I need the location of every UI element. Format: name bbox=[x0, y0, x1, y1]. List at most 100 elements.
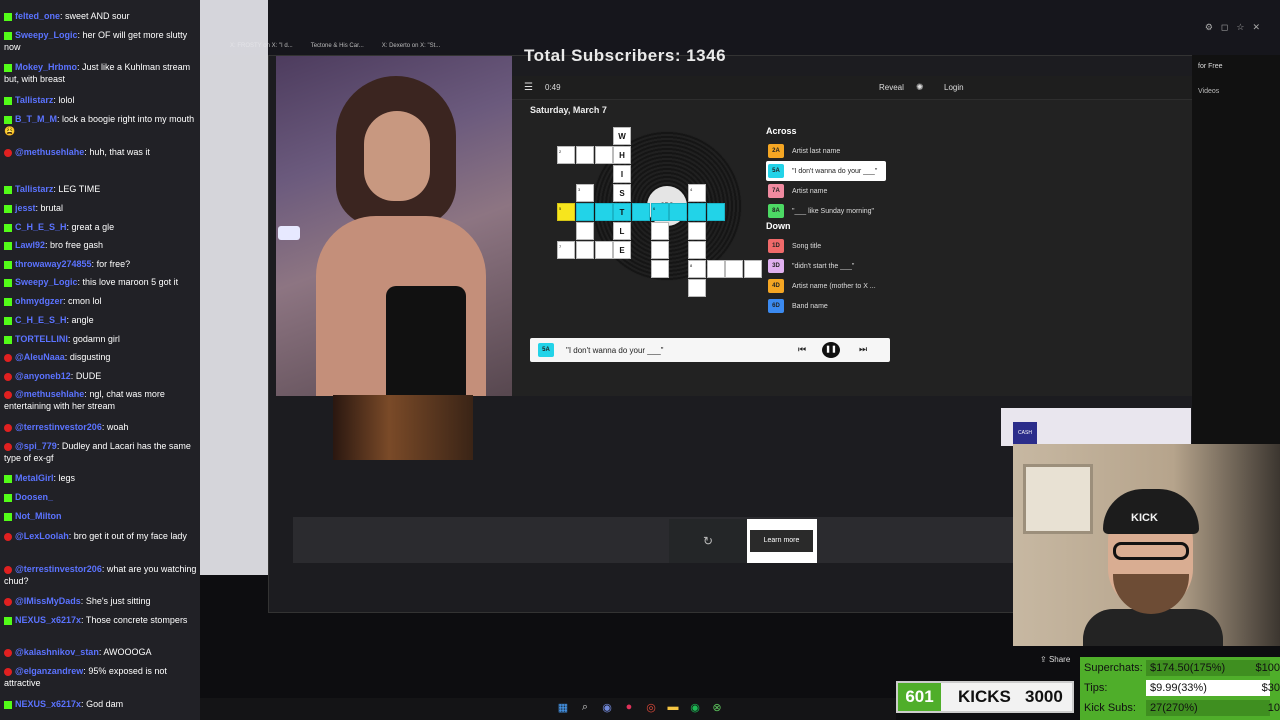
grid-cell[interactable]: W bbox=[613, 127, 631, 145]
windows-start-icon[interactable]: ▦ bbox=[556, 701, 570, 714]
clue-down-6[interactable]: 6D Band name bbox=[766, 296, 896, 316]
kick-badge-icon bbox=[4, 96, 12, 105]
clue-down-1[interactable]: 1D Song title bbox=[766, 236, 896, 256]
chat-message: C_H_E_S_H: great a gle bbox=[4, 221, 200, 233]
grid-cell[interactable] bbox=[595, 241, 613, 259]
clue-text: Band name bbox=[792, 302, 828, 310]
grid-cell-highlighted[interactable] bbox=[669, 203, 687, 221]
crossword-app: ☰ 0:49 Reveal ✺ Login Saturday, March 7 … bbox=[512, 76, 1192, 396]
menu-icon[interactable]: ☰ bbox=[524, 82, 533, 93]
clue-number: 3D bbox=[768, 259, 784, 273]
browser-tab[interactable]: X: Dexerto on X: "St... bbox=[382, 43, 441, 49]
goal-row: Superchats: $174.50(175%) $100 bbox=[1084, 659, 1280, 677]
grid-cell[interactable] bbox=[651, 260, 669, 278]
chat-message: Doosen_ bbox=[4, 491, 200, 503]
grid-cell-highlighted[interactable]: 6 bbox=[651, 203, 669, 221]
replay-icon[interactable]: ↻ bbox=[669, 519, 747, 563]
clue-number: 5A bbox=[768, 164, 784, 178]
clue-across-7[interactable]: 7A Artist name bbox=[766, 181, 896, 201]
reveal-button[interactable]: Reveal bbox=[879, 83, 904, 92]
cash-app-icon[interactable]: CASH bbox=[1013, 422, 1037, 444]
chat-message: Tallistarz: lolol bbox=[4, 94, 200, 106]
close-icon[interactable]: ✕ bbox=[1252, 22, 1260, 33]
kick-badge-icon bbox=[4, 474, 12, 483]
grid-cell[interactable]: 3 bbox=[576, 184, 594, 202]
chat-message: @methusehlahe: huh, that was it bbox=[4, 146, 200, 158]
share-button[interactable]: ⇪ Share bbox=[1040, 655, 1070, 664]
grid-cell[interactable]: 4 bbox=[688, 184, 706, 202]
grid-cell[interactable]: E bbox=[613, 241, 631, 259]
grid-cell[interactable]: S bbox=[613, 184, 631, 202]
grid-cell[interactable] bbox=[651, 222, 669, 240]
kick-badge-icon bbox=[4, 278, 12, 287]
clue-across-2[interactable]: 2A Artist last name bbox=[766, 141, 896, 161]
settings-icon[interactable]: ⚙ bbox=[1205, 22, 1213, 33]
grid-cell[interactable]: L bbox=[613, 222, 631, 240]
next-icon[interactable]: ⏭ bbox=[859, 344, 867, 355]
chat-message: Sweepy_Logic: her OF will get more slutt… bbox=[4, 30, 188, 52]
grid-cell[interactable] bbox=[595, 146, 613, 164]
grid-cell[interactable] bbox=[688, 222, 706, 240]
youtube-badge-icon bbox=[4, 667, 12, 676]
chrome-icon[interactable]: ◎ bbox=[644, 701, 658, 714]
login-button[interactable]: Login bbox=[944, 83, 964, 92]
grid-cell[interactable]: 2 bbox=[557, 146, 575, 164]
kick-badge-icon bbox=[4, 512, 12, 521]
clue-text: Artist name (mother to X ... bbox=[792, 282, 876, 290]
videos-link[interactable]: Videos bbox=[1198, 88, 1219, 95]
grid-cell-highlighted[interactable]: T bbox=[613, 203, 631, 221]
folder-icon[interactable]: ▬ bbox=[666, 701, 680, 714]
kicks-goal: 3000 bbox=[1025, 687, 1063, 706]
extension-icon[interactable]: ◻ bbox=[1221, 22, 1228, 33]
grid-cell[interactable] bbox=[576, 146, 594, 164]
clue-text: "___ like Sunday morning" bbox=[792, 207, 875, 215]
grid-cell[interactable] bbox=[688, 279, 706, 297]
pause-icon[interactable]: ❚❚ bbox=[822, 342, 840, 358]
app-popup: CASH bbox=[1001, 408, 1191, 446]
kicks-label: KICKS bbox=[958, 687, 1011, 706]
learn-more-button[interactable]: Learn more bbox=[750, 530, 813, 552]
free-link[interactable]: for Free bbox=[1198, 63, 1223, 70]
clue-down-3[interactable]: 3D "didn't start the ___" bbox=[766, 256, 896, 276]
clue-text: Artist last name bbox=[792, 147, 841, 155]
xbox-icon[interactable]: ⊗ bbox=[710, 701, 724, 714]
youtube-badge-icon bbox=[4, 597, 12, 606]
grid-cell-highlighted[interactable] bbox=[595, 203, 613, 221]
grid-cell-highlighted[interactable] bbox=[632, 203, 650, 221]
grid-cell[interactable]: 7 bbox=[557, 241, 575, 259]
video-thumbnail[interactable] bbox=[333, 395, 473, 460]
grid-cell-highlighted[interactable] bbox=[707, 203, 725, 221]
youtube-badge-icon bbox=[4, 372, 12, 381]
grid-cell[interactable] bbox=[651, 241, 669, 259]
grid-cell[interactable]: H bbox=[613, 146, 631, 164]
obs-icon[interactable]: ● bbox=[622, 701, 636, 714]
grid-cell-current[interactable]: 5 bbox=[557, 203, 575, 221]
lightbulb-icon[interactable]: ✺ bbox=[916, 82, 924, 93]
search-icon[interactable]: ⌕ bbox=[578, 701, 592, 714]
discord-icon[interactable]: ◉ bbox=[600, 701, 614, 714]
grid-cell[interactable] bbox=[576, 222, 594, 240]
grid-cell-highlighted[interactable] bbox=[688, 203, 706, 221]
grid-cell-highlighted[interactable] bbox=[576, 203, 594, 221]
grid-cell[interactable] bbox=[725, 260, 743, 278]
kick-badge-icon bbox=[4, 335, 12, 344]
browser-tab[interactable]: Tectone & His Car... bbox=[311, 43, 364, 49]
clue-down-4[interactable]: 4D Artist name (mother to X ... bbox=[766, 276, 896, 296]
bookmark-icon[interactable]: ☆ bbox=[1236, 22, 1244, 33]
chat-message: Not_Milton bbox=[4, 510, 200, 522]
spotify-icon[interactable]: ◉ bbox=[688, 701, 702, 714]
previous-icon[interactable]: ⏮ bbox=[798, 344, 806, 355]
grid-cell[interactable]: 8 bbox=[688, 260, 706, 278]
grid-cell[interactable]: I bbox=[613, 165, 631, 183]
youtube-badge-icon bbox=[4, 390, 12, 399]
chat-message: @terrestinvestor206: what are you watchi… bbox=[4, 564, 197, 586]
clue-across-8[interactable]: 8A "___ like Sunday morning" bbox=[766, 201, 896, 221]
streamer-webcam bbox=[276, 56, 512, 396]
clue-across-5[interactable]: 5A "I don't wanna do your ___" bbox=[766, 161, 886, 181]
grid-cell[interactable] bbox=[707, 260, 725, 278]
youtube-badge-icon bbox=[4, 148, 12, 157]
chat-message: @anyoneb12: DUDE bbox=[4, 370, 200, 382]
taskbar-icons: ▦ ⌕ ◉ ● ◎ ▬ ◉ ⊗ bbox=[556, 701, 724, 714]
grid-cell[interactable] bbox=[744, 260, 762, 278]
grid-cell[interactable] bbox=[576, 241, 594, 259]
